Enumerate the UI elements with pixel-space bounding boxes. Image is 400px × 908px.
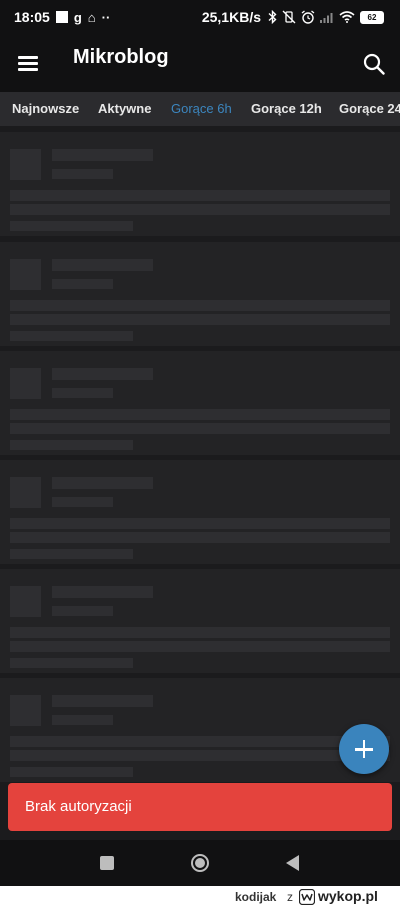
placeholder-text-line xyxy=(10,300,390,311)
placeholder-author xyxy=(52,259,153,271)
placeholder-text-line xyxy=(10,221,133,231)
placeholder-entry xyxy=(0,242,400,346)
placeholder-avatar xyxy=(10,477,41,508)
placeholder-text-line xyxy=(10,767,133,777)
placeholder-author xyxy=(52,149,153,161)
placeholder-text-line xyxy=(10,641,390,652)
placeholder-author xyxy=(52,477,153,489)
placeholder-text-line xyxy=(10,518,390,529)
placeholder-meta xyxy=(52,497,113,507)
feed-tabs: Najnowsze Aktywne Gorące 6h Gorące 12h G… xyxy=(0,92,400,126)
placeholder-text-line xyxy=(10,532,390,543)
back-triangle-icon[interactable] xyxy=(284,854,301,872)
error-snackbar: Brak autoryzacji xyxy=(8,783,392,831)
hamburger-menu-icon[interactable] xyxy=(18,54,40,74)
placeholder-meta xyxy=(52,169,113,179)
snackbar-text: Brak autoryzacji xyxy=(25,798,132,815)
watermark-site: wykop.pl xyxy=(318,888,378,904)
tab-gorace-6h[interactable]: Gorące 6h xyxy=(171,101,232,116)
placeholder-meta xyxy=(52,715,113,725)
vibrate-icon xyxy=(282,10,296,24)
placeholder-author xyxy=(52,368,153,380)
placeholder-avatar xyxy=(10,149,41,180)
tab-najnowsze[interactable]: Najnowsze xyxy=(12,101,79,116)
placeholder-text-line xyxy=(10,190,390,201)
watermark-separator: z xyxy=(287,890,293,904)
home-circle-icon[interactable] xyxy=(190,853,210,873)
placeholder-text-line xyxy=(10,627,390,638)
placeholder-text-line xyxy=(10,204,390,215)
search-icon[interactable] xyxy=(362,52,386,76)
page-title: Mikroblog xyxy=(73,46,169,68)
more-notifications-icon: ·· xyxy=(101,9,111,25)
placeholder-entry xyxy=(0,132,400,236)
bluetooth-icon xyxy=(268,10,277,24)
placeholder-text-line xyxy=(10,423,390,434)
watermark-user: kodijak xyxy=(235,890,277,904)
placeholder-entry xyxy=(0,678,400,782)
placeholder-author xyxy=(52,695,153,707)
notification-icon xyxy=(55,11,68,23)
wifi-icon xyxy=(339,11,355,23)
placeholder-entry xyxy=(0,351,400,455)
placeholder-text-line xyxy=(10,658,133,668)
notification-g-icon: g xyxy=(73,9,82,25)
status-right: 25,1KB/s 62 xyxy=(202,9,384,25)
placeholder-avatar xyxy=(10,259,41,290)
recents-square-icon[interactable] xyxy=(100,856,114,870)
wykop-logo-icon xyxy=(299,889,315,905)
status-bar: 18:05 g ⌂ ·· 25,1KB/s 62 xyxy=(0,0,400,36)
placeholder-text-line xyxy=(10,331,133,341)
placeholder-entry xyxy=(0,569,400,673)
add-entry-button[interactable] xyxy=(339,724,389,774)
app-screen: 18:05 g ⌂ ·· 25,1KB/s 62 Mikroblog Najno… xyxy=(0,0,400,886)
app-bar: Mikroblog xyxy=(0,36,400,92)
placeholder-meta xyxy=(52,606,113,616)
placeholder-avatar xyxy=(10,586,41,617)
tab-gorace-12h[interactable]: Gorące 12h xyxy=(251,101,322,116)
alarm-icon xyxy=(301,10,315,24)
network-speed: 25,1KB/s xyxy=(201,9,261,25)
system-nav-bar xyxy=(0,840,400,886)
signal-icon xyxy=(320,13,333,23)
placeholder-text-line xyxy=(10,314,390,325)
placeholder-text-line xyxy=(10,440,133,450)
status-time: 18:05 xyxy=(14,9,50,25)
watermark-footer: kodijak z wykop.pl xyxy=(0,886,400,908)
placeholder-text-line xyxy=(10,409,390,420)
placeholder-entry xyxy=(0,460,400,564)
notification-home-icon: ⌂ xyxy=(87,9,96,25)
tab-gorace-24h[interactable]: Gorące 24h xyxy=(339,101,400,116)
placeholder-meta xyxy=(52,279,113,289)
placeholder-avatar xyxy=(10,368,41,399)
placeholder-text-line xyxy=(10,549,133,559)
placeholder-avatar xyxy=(10,695,41,726)
placeholder-meta xyxy=(52,388,113,398)
tab-aktywne[interactable]: Aktywne xyxy=(98,101,151,116)
status-left: 18:05 g ⌂ ·· xyxy=(14,9,110,25)
placeholder-text-line xyxy=(10,750,390,761)
placeholder-text-line xyxy=(10,736,390,747)
placeholder-author xyxy=(52,586,153,598)
battery-icon: 62 xyxy=(360,10,384,24)
